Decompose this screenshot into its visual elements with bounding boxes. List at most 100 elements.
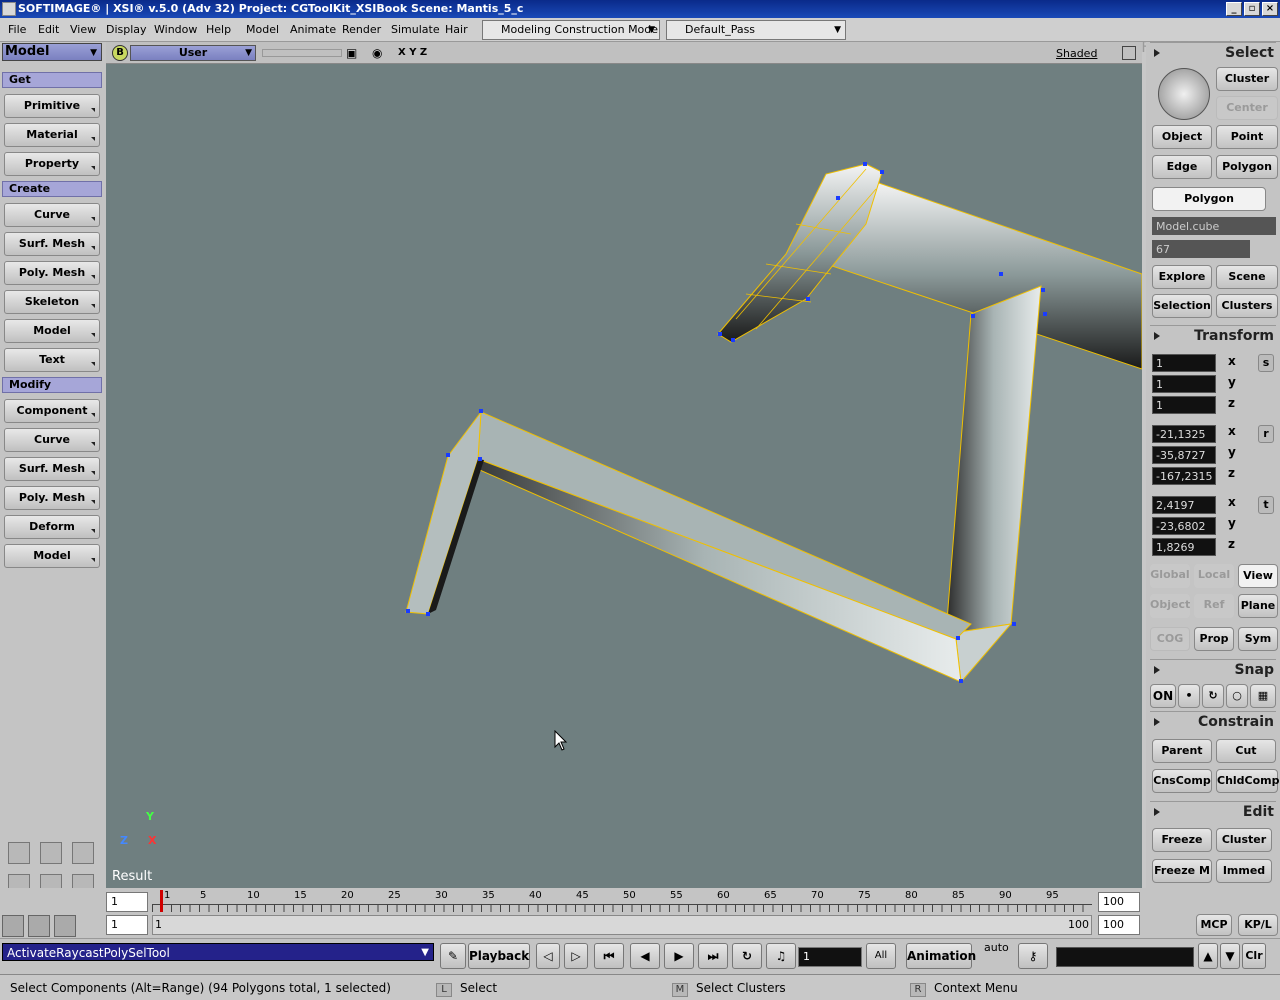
auto-key-label[interactable]: auto: [984, 941, 1009, 954]
menu-display[interactable]: Display: [106, 23, 147, 36]
freeze-button[interactable]: Freeze: [1152, 828, 1212, 852]
construction-mode-dropdown[interactable]: Modeling Construction Mode ▼: [482, 20, 660, 40]
scale-y-field[interactable]: 1: [1152, 375, 1216, 393]
snap-point-icon[interactable]: •: [1178, 684, 1200, 708]
modify-curve-button[interactable]: Curve: [4, 428, 100, 452]
snap-surface-icon[interactable]: ○: [1226, 684, 1248, 708]
material-button[interactable]: Material: [4, 123, 100, 147]
playhead-marker[interactable]: [160, 890, 163, 912]
global-button[interactable]: Global: [1150, 564, 1190, 588]
explore-button[interactable]: Explore: [1152, 265, 1212, 289]
tool-icon-c[interactable]: [54, 915, 76, 937]
command-line[interactable]: ActivateRaycastPolySelTool ▼: [2, 943, 434, 961]
object-select-button[interactable]: Object: [1152, 125, 1212, 149]
translate-z-label[interactable]: z: [1228, 537, 1235, 551]
create-surf-mesh-button[interactable]: Surf. Mesh: [4, 232, 100, 256]
translate-y-field[interactable]: -23,6802: [1152, 517, 1216, 535]
next-key-icon[interactable]: ▷: [564, 943, 588, 969]
edit-cluster-button[interactable]: Cluster: [1216, 828, 1272, 852]
snap-curve-icon[interactable]: ↻: [1202, 684, 1224, 708]
toolbar-mode-dropdown[interactable]: Model ▼: [2, 43, 102, 61]
select-section-header[interactable]: Select: [1150, 42, 1276, 62]
cnscomp-button[interactable]: CnsComp: [1152, 769, 1212, 793]
prop-button[interactable]: Prop: [1194, 627, 1234, 651]
create-model-button[interactable]: Model: [4, 319, 100, 343]
object-ref-button[interactable]: Object: [1150, 594, 1190, 618]
camera-dropdown[interactable]: User ▼: [130, 45, 256, 61]
audio-icon[interactable]: ♫: [766, 943, 796, 969]
count-field[interactable]: 67: [1152, 240, 1250, 258]
immed-button[interactable]: Immed: [1216, 859, 1272, 883]
modify-poly-mesh-button[interactable]: Poly. Mesh: [4, 486, 100, 510]
eye-icon[interactable]: ◉: [372, 46, 382, 60]
mcp-tab[interactable]: MCP: [1196, 914, 1232, 936]
animation-key-field[interactable]: [1056, 947, 1194, 967]
rotate-z-label[interactable]: z: [1228, 466, 1235, 480]
loop-icon[interactable]: ↻: [732, 943, 762, 969]
translate-y-label[interactable]: y: [1228, 516, 1236, 530]
scale-x-label[interactable]: x: [1228, 354, 1236, 368]
tool-icon-b[interactable]: [28, 915, 50, 937]
translate-mode-button[interactable]: t: [1258, 496, 1274, 514]
menu-simulate[interactable]: Simulate: [391, 23, 440, 36]
key-icon[interactable]: ⚷: [1018, 943, 1048, 969]
transform-section-header[interactable]: Transform: [1150, 325, 1276, 345]
camera-icon[interactable]: ▣: [346, 46, 357, 60]
constrain-section-header[interactable]: Constrain: [1150, 711, 1276, 731]
rotate-x-field[interactable]: -21,1325: [1152, 425, 1216, 443]
cluster-select-button[interactable]: Cluster: [1216, 67, 1278, 91]
all-button[interactable]: All: [866, 943, 896, 969]
snap-section-header[interactable]: Snap: [1150, 659, 1276, 679]
menu-window[interactable]: Window: [154, 23, 197, 36]
selection-button[interactable]: Selection: [1152, 294, 1212, 318]
range-start-field[interactable]: 1: [106, 915, 148, 935]
scale-x-field[interactable]: 1: [1152, 354, 1216, 372]
playback-menu-button[interactable]: Playback: [468, 943, 530, 969]
kpl-tab[interactable]: KP/L: [1238, 914, 1278, 936]
property-button[interactable]: Property: [4, 152, 100, 176]
point-select-button[interactable]: Point: [1216, 125, 1278, 149]
polygon-select-button[interactable]: Polygon: [1216, 155, 1278, 179]
clusters-button[interactable]: Clusters: [1216, 294, 1278, 318]
timeline-start-field[interactable]: 1: [106, 892, 148, 912]
menu-render[interactable]: Render: [342, 23, 381, 36]
cut-button[interactable]: Cut: [1216, 739, 1276, 763]
layout-quad-icon[interactable]: [8, 842, 30, 864]
snap-grid-icon[interactable]: ▦: [1250, 684, 1276, 708]
play-reverse-icon[interactable]: ◀: [630, 943, 660, 969]
center-select-button[interactable]: Center: [1216, 96, 1278, 120]
translate-x-label[interactable]: x: [1228, 495, 1236, 509]
maximize-button[interactable]: ▫: [1244, 2, 1260, 16]
parent-button[interactable]: Parent: [1152, 739, 1212, 763]
scale-z-field[interactable]: 1: [1152, 396, 1216, 414]
translate-x-field[interactable]: 2,4197: [1152, 496, 1216, 514]
rotate-z-field[interactable]: -167,2315: [1152, 467, 1216, 485]
rotate-mode-button[interactable]: r: [1258, 425, 1274, 443]
range-slider[interactable]: 1 100: [152, 915, 1092, 935]
view-button[interactable]: View: [1238, 564, 1278, 588]
rotate-y-field[interactable]: -35,8727: [1152, 446, 1216, 464]
local-button[interactable]: Local: [1194, 564, 1234, 588]
shading-mode[interactable]: Shaded: [1056, 47, 1097, 60]
scale-z-label[interactable]: z: [1228, 396, 1235, 410]
key-down-icon[interactable]: ▼: [1220, 943, 1240, 969]
timeline-ruler[interactable]: 1 5 10 15 20 25 30 35 40 45 50 55 60 65 …: [152, 890, 1092, 912]
prev-key-icon[interactable]: ◁: [536, 943, 560, 969]
create-text-button[interactable]: Text: [4, 348, 100, 372]
current-frame-field[interactable]: 1: [798, 947, 862, 967]
primitive-button[interactable]: Primitive: [4, 94, 100, 118]
edge-select-button[interactable]: Edge: [1152, 155, 1212, 179]
translate-z-field[interactable]: 1,8269: [1152, 538, 1216, 556]
menu-model[interactable]: Model: [246, 23, 279, 36]
maximize-viewport-icon[interactable]: [1122, 46, 1136, 60]
play-icon[interactable]: ▶: [664, 943, 694, 969]
menu-animate[interactable]: Animate: [290, 23, 336, 36]
modify-surf-mesh-button[interactable]: Surf. Mesh: [4, 457, 100, 481]
timeline-end-field[interactable]: 100: [1098, 892, 1140, 912]
create-skeleton-button[interactable]: Skeleton: [4, 290, 100, 314]
view-toggle-strip[interactable]: [262, 49, 342, 57]
scene-button[interactable]: Scene: [1216, 265, 1278, 289]
close-button[interactable]: ×: [1262, 2, 1278, 16]
scale-y-label[interactable]: y: [1228, 375, 1236, 389]
axis-buttons[interactable]: X Y Z: [398, 47, 427, 58]
